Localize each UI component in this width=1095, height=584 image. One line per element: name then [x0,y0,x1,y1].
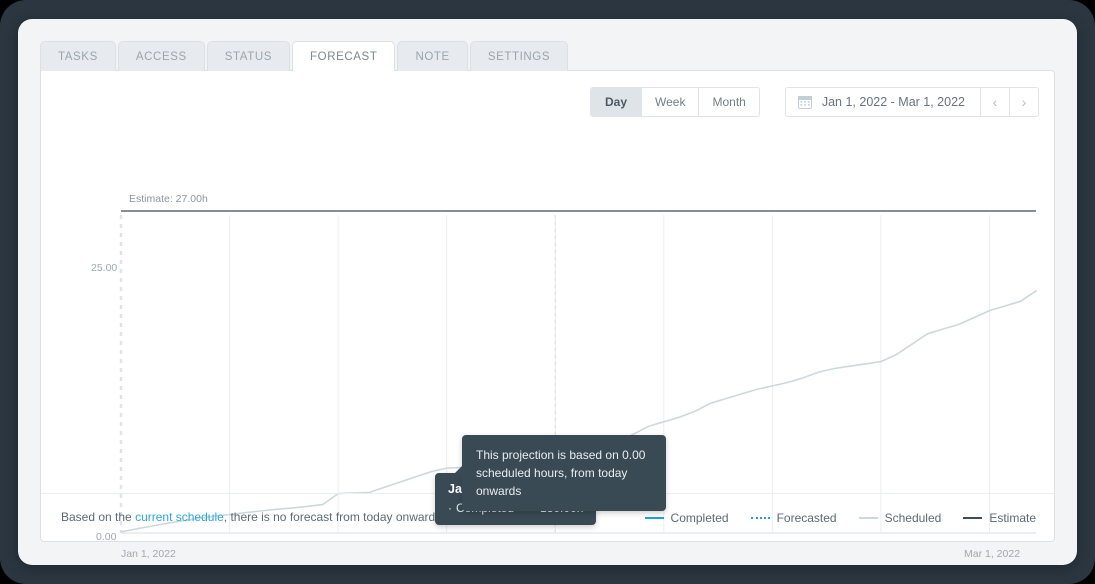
forecast-note: Based on the current schedule, there is … [61,510,471,525]
legend-label: Completed [670,510,729,525]
legend-swatch [858,516,878,519]
info-tooltip: This projection is based on 0.00 schedul… [455,435,666,511]
date-range-picker: Jan 1, 2022 - Mar 1, 2022 ‹ › [784,87,1039,117]
date-range-button[interactable]: Jan 1, 2022 - Mar 1, 2022 [786,88,980,116]
current-schedule-link[interactable]: current schedule [135,510,224,524]
tooltip-bullet-icon: · [448,501,452,515]
tab-tasks[interactable]: TASKS [40,41,116,71]
x-tick-end: Mar 1, 2022 [964,548,1021,560]
legend-label: Scheduled [884,510,942,525]
date-range-text: Jan 1, 2022 - Mar 1, 2022 [821,95,965,109]
legend-item[interactable]: Forecasted [750,510,837,525]
forecast-panel: Day Week Month Jan 1, 2022 - Mar 1, 2022… [40,70,1055,560]
legend-label: Forecasted [776,510,837,525]
date-range-next-button[interactable]: › [1009,88,1038,116]
date-range-prev-button[interactable]: ‹ [980,88,1009,116]
chart-legend: Completed Forecasted Scheduled Estimate [644,510,1036,525]
granularity-week[interactable]: Week [642,88,700,116]
tab-bar: TASKS ACCESS STATUS FORECAST NOTE SETTINGS [40,41,570,72]
tab-settings[interactable]: SETTINGS [469,41,569,71]
legend-swatch [963,516,983,519]
app-window: TASKS ACCESS STATUS FORECAST NOTE SETTINGS Da… [18,19,1077,565]
legend-label: Estimate [989,510,1036,525]
legend-item[interactable]: Estimate [963,511,1036,525]
calendar-icon [797,96,812,109]
tab-access[interactable]: ACCESS [117,41,205,71]
granularity-toggle: Day Week Month [590,87,760,117]
granularity-day[interactable]: Day [591,88,643,116]
legend-swatch [644,516,664,519]
tab-status[interactable]: STATUS [206,41,291,71]
x-tick-start: Jan 1, 2022 [121,548,176,560]
legend-item[interactable]: Completed [644,510,729,525]
legend-swatch [750,516,770,519]
legend-item[interactable]: Scheduled [858,510,942,525]
note-text-after: , there is no forecast from today onward… [223,510,442,525]
granularity-month[interactable]: Month [699,88,759,116]
chart-toolbar: Day Week Month Jan 1, 2022 - Mar 1, 2022… [590,87,1039,117]
tab-forecast[interactable]: FORECAST [292,41,396,72]
y-tick-upper: 25.00 [91,262,118,274]
note-text-before: Based on the [61,510,136,525]
tab-note[interactable]: NOTE [397,41,468,71]
